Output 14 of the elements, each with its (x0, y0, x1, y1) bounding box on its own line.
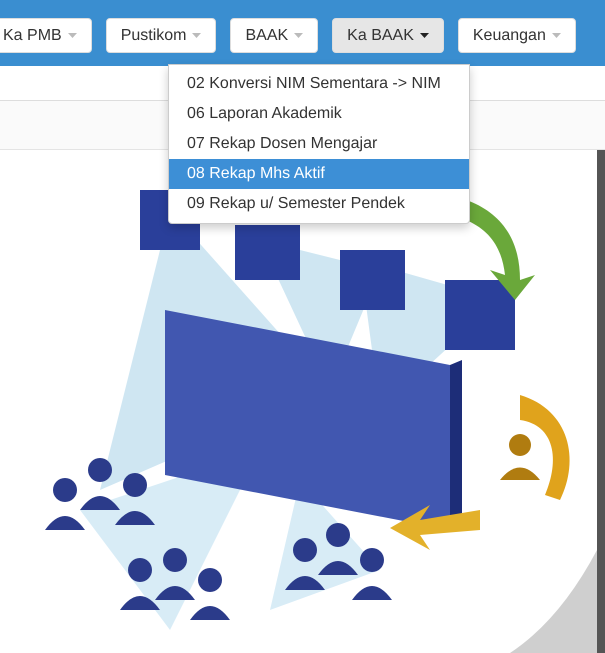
caret-icon (552, 33, 561, 38)
menu-button[interactable]: Keuangan (458, 18, 576, 53)
menu-button[interactable]: Pustikom (106, 18, 216, 53)
menu-item[interactable]: 09 Rekap u/ Semester Pendek (169, 189, 469, 219)
caret-icon (294, 33, 304, 38)
menu-button[interactable]: BAAK (230, 18, 318, 53)
caret-icon (192, 33, 202, 38)
menu-button[interactable]: Ka PMB (0, 18, 92, 53)
menu-item[interactable]: 06 Laporan Akademik (169, 99, 469, 129)
menu-button[interactable]: Ka BAAK (332, 18, 444, 53)
menu-item[interactable]: 02 Konversi NIM Sementara -> NIM (169, 69, 469, 99)
caret-icon (420, 33, 429, 38)
caret-icon (68, 33, 77, 38)
menu-item[interactable]: 07 Rekap Dosen Mengajar (169, 129, 469, 159)
